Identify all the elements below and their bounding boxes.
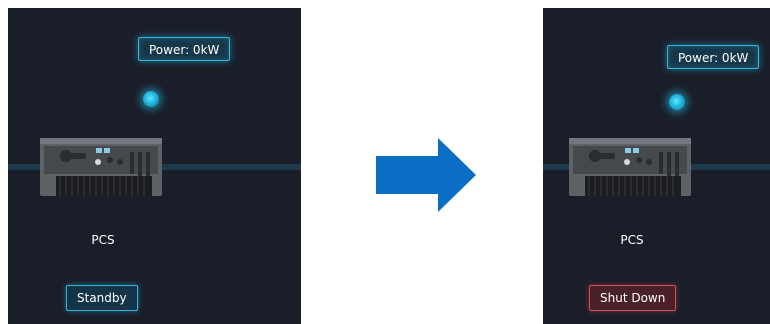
status-indicator-dot [143,91,159,107]
power-badge: Power: 0kW [138,37,231,61]
left-panel: Power: 0kW PCS Standby [8,8,301,324]
right-arrow-icon [376,138,476,212]
standby-status-button[interactable]: Standby [66,285,138,311]
shut-down-status-button[interactable]: Shut Down [589,285,677,311]
device-label: PCS [91,233,115,247]
pcs-device-icon [40,138,162,196]
right-panel: Power: 0kW PCS Shut Down [543,8,770,324]
status-indicator-dot [669,94,685,110]
device-label: PCS [620,233,644,247]
pcs-device-icon [569,138,691,196]
power-badge: Power: 0kW [667,45,760,69]
